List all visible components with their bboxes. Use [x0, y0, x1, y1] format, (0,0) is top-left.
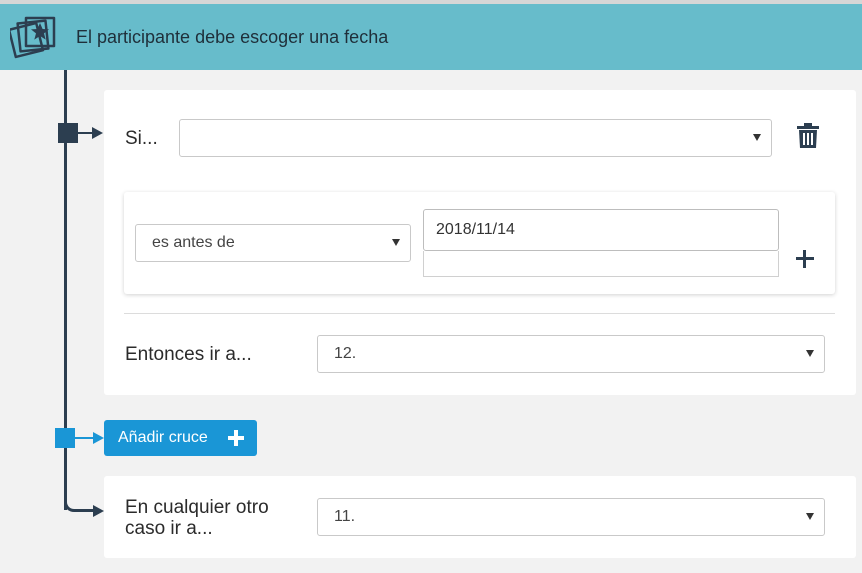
date-value: 2018/11/14	[436, 221, 515, 238]
date-input[interactable]: 2018/11/14	[423, 209, 779, 251]
if-label: Si...	[125, 128, 158, 149]
then-target-value: 12.	[334, 345, 357, 362]
arrow-right-icon	[92, 127, 103, 139]
plus-icon	[228, 430, 244, 446]
add-crossing-label: Añadir cruce	[118, 429, 208, 446]
condition-panel: es antes de 2018/11/14	[124, 192, 835, 294]
trash-icon[interactable]	[796, 123, 820, 149]
operator-select[interactable]: es antes de	[135, 224, 411, 262]
connector-line	[78, 132, 92, 134]
add-node	[55, 428, 75, 448]
otherwise-label: En cualquier otro caso ir a...	[125, 497, 269, 539]
arrow-right-icon	[93, 432, 104, 444]
add-condition-icon[interactable]	[795, 249, 815, 269]
question-header: El participante debe escoger una fecha	[0, 4, 862, 70]
caret-down-icon	[392, 239, 400, 246]
if-question-select[interactable]	[179, 119, 772, 157]
caret-down-icon	[753, 134, 761, 141]
operator-value: es antes de	[152, 234, 235, 251]
divider	[124, 313, 835, 314]
caret-down-icon	[806, 350, 814, 357]
arrow-right-icon	[93, 505, 104, 517]
date-input-secondary[interactable]	[423, 251, 779, 277]
photo-cards-star-icon	[7, 14, 58, 60]
flow-line-curve	[64, 480, 94, 512]
otherwise-target-value: 11.	[334, 508, 356, 525]
connector-line	[75, 437, 93, 439]
then-target-select[interactable]: 12.	[317, 335, 825, 373]
add-crossing-button[interactable]: Añadir cruce	[104, 420, 257, 456]
then-label: Entonces ir a...	[125, 344, 252, 365]
condition-node	[58, 123, 78, 143]
caret-down-icon	[806, 513, 814, 520]
branch-card: Si... es antes de 2018/11/14 Entonces ir…	[104, 90, 856, 395]
otherwise-target-select[interactable]: 11.	[317, 498, 825, 536]
otherwise-card: En cualquier otro caso ir a... 11.	[104, 476, 856, 558]
question-title: El participante debe escoger una fecha	[76, 27, 389, 47]
